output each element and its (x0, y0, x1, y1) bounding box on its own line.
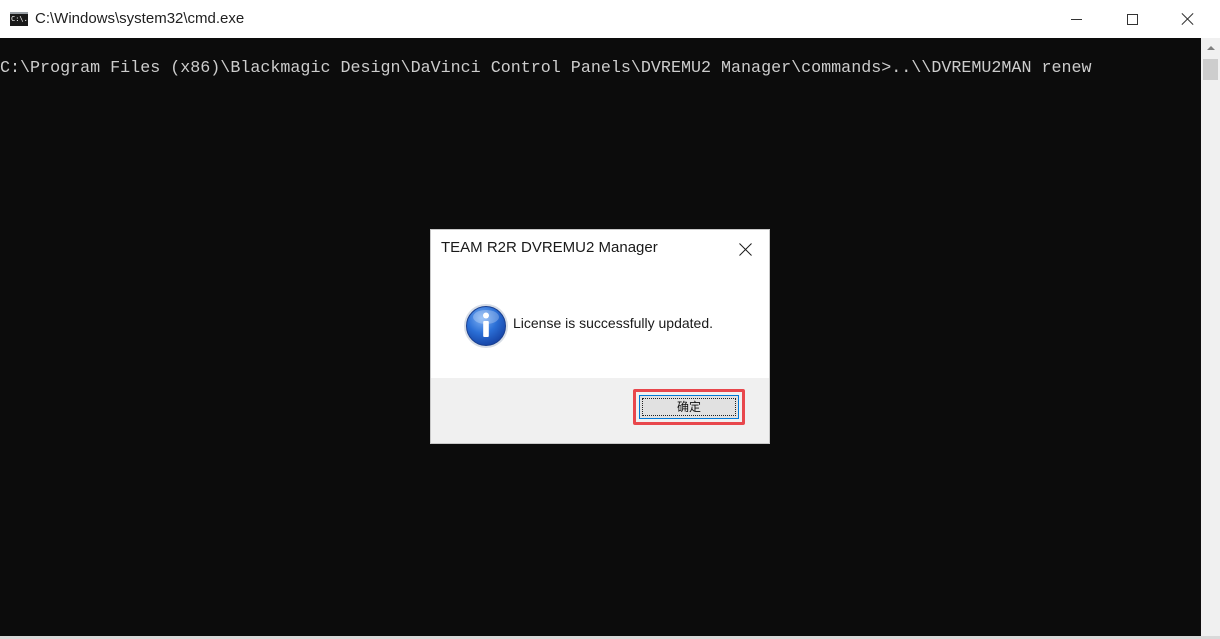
dialog-footer: 确定 (431, 378, 769, 443)
maximize-button[interactable] (1104, 0, 1160, 38)
cmd-icon-label: C:\. (11, 15, 28, 23)
dialog-message: License is successfully updated. (513, 315, 713, 331)
dialog-close-button[interactable] (727, 234, 765, 264)
close-icon (739, 242, 753, 256)
dialog-title: TEAM R2R DVREMU2 Manager (441, 239, 658, 256)
cmd-window: C:\. C:\Windows\system32\cmd.exe C:\Prog… (0, 0, 1220, 639)
close-button[interactable] (1160, 0, 1216, 38)
minimize-button[interactable] (1048, 0, 1104, 38)
arrow-up-icon (1206, 45, 1215, 50)
scroll-up-button[interactable] (1201, 38, 1220, 57)
ok-button[interactable]: 确定 (639, 395, 739, 419)
cmd-icon: C:\. (10, 12, 28, 26)
info-icon (464, 304, 508, 348)
title-bar[interactable]: C:\. C:\Windows\system32\cmd.exe (0, 0, 1220, 38)
maximize-icon (1126, 13, 1138, 25)
console-command-line: C:\Program Files (x86)\Blackmagic Design… (0, 59, 1092, 78)
ok-button-label: 确定 (676, 400, 701, 414)
minimize-icon (1070, 18, 1082, 20)
message-dialog: TEAM R2R DVREMU2 Manager License is succ… (431, 230, 769, 443)
window-title: C:\Windows\system32\cmd.exe (35, 10, 245, 27)
close-icon (1181, 12, 1195, 26)
scroll-thumb[interactable] (1203, 59, 1218, 80)
vertical-scrollbar[interactable] (1201, 38, 1220, 639)
